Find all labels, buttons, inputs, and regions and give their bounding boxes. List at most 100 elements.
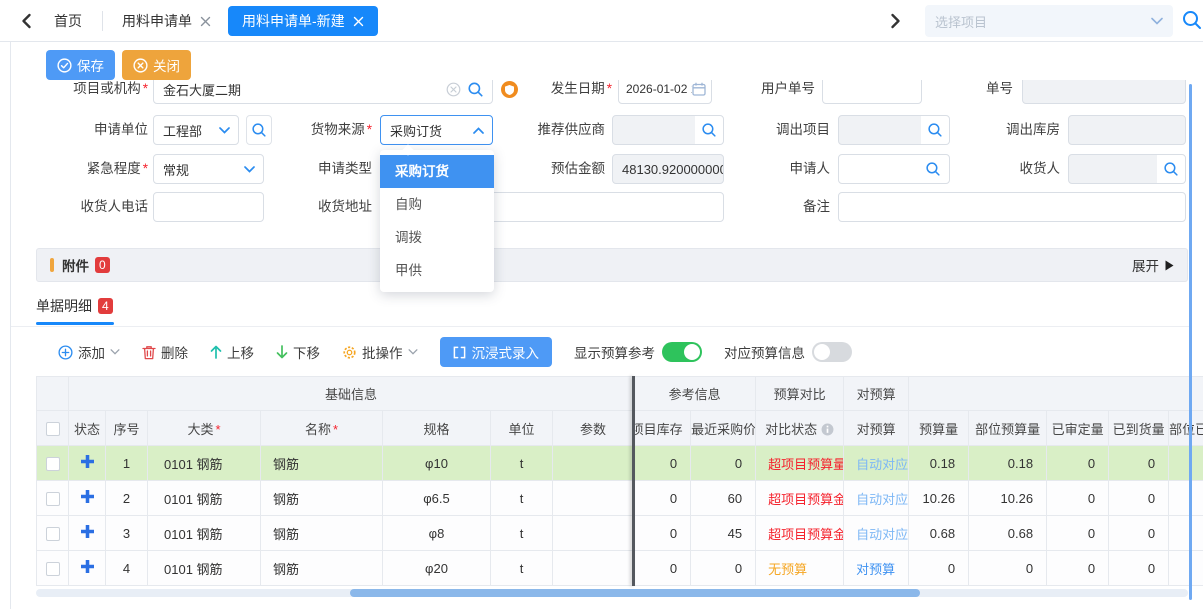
source-option[interactable]: 自购: [380, 188, 494, 221]
app-window: 首页 用料申请单 用料申请单-新建 选择项目 项目或机构* 金石大厦二期: [0, 0, 1203, 609]
plus-icon: [81, 490, 94, 503]
cell-spec: φ10: [383, 446, 491, 481]
cell-last_price: 60: [691, 481, 756, 516]
delete-row-button[interactable]: 删除: [142, 342, 188, 362]
apply-dept-field[interactable]: 工程部: [153, 115, 239, 145]
remark-label: 备注: [750, 192, 830, 222]
attachment-bar[interactable]: 附件 0 展开: [36, 248, 1188, 282]
apply-dept-search-button[interactable]: [246, 115, 272, 145]
select-all-checkbox[interactable]: [37, 411, 69, 446]
budget-info-toggle[interactable]: [812, 342, 852, 362]
address-label: 收货地址: [280, 192, 372, 222]
chevron-down-icon: [110, 349, 120, 355]
search-icon[interactable]: [467, 81, 484, 98]
detail-tab[interactable]: 单据明细 4: [36, 296, 113, 316]
row-add-button[interactable]: [69, 481, 106, 516]
batch-operation-button[interactable]: 批操作: [342, 342, 418, 362]
calendar-icon: [692, 82, 706, 96]
detail-tab-active-indicator: [36, 322, 114, 325]
source-option[interactable]: 采购订货: [380, 155, 494, 188]
horizontal-scrollbar[interactable]: [36, 589, 1188, 597]
remark-field[interactable]: [838, 192, 1186, 222]
source-option[interactable]: 甲供: [380, 254, 494, 287]
move-down-button[interactable]: 下移: [276, 342, 320, 362]
plus-icon: [81, 455, 94, 468]
cell-approved_qty: 0: [1047, 446, 1109, 481]
cell-part_approved: [1169, 446, 1203, 481]
cell-compare_status: 超项目预算金额: [756, 481, 844, 516]
action-toolbar: 保存 关闭: [11, 43, 1189, 80]
close-button[interactable]: 关闭: [122, 50, 191, 80]
cell-compare_status: 无预算: [756, 551, 844, 586]
column-header-to_budget: 对预算: [844, 411, 909, 446]
column-header-stock: 项目库存: [634, 411, 691, 446]
tab-material-request[interactable]: 用料申请单: [116, 6, 217, 36]
cell-seq: 2: [106, 481, 148, 516]
tab-material-request-new[interactable]: 用料申请单-新建: [228, 6, 378, 36]
expand-triangle-icon: [1165, 260, 1174, 271]
tab-close-icon[interactable]: [200, 16, 211, 27]
detail-table-wrap: 基础信息参考信息预算对比对预算状态序号大类*名称*规格单位参数项目库存最近采购价…: [36, 376, 1203, 586]
dropdown-notch: [402, 144, 413, 155]
toggle-knob: [814, 344, 830, 360]
applicant-field[interactable]: [838, 154, 950, 184]
cell-param: [553, 551, 634, 586]
out-warehouse-label: 调出库房: [980, 115, 1060, 145]
show-budget-ref-toggle[interactable]: [662, 342, 702, 362]
cell-part_approved: [1169, 516, 1203, 551]
column-header-approved_qty: 已审定量: [1047, 411, 1109, 446]
cell-param: [553, 446, 634, 481]
move-up-button[interactable]: 上移: [210, 342, 254, 362]
attachment-marker-icon: [50, 258, 54, 272]
search-icon[interactable]: [1163, 161, 1179, 177]
cell-name: 钢筋: [261, 551, 383, 586]
cell-to-budget[interactable]: 对预算: [844, 551, 909, 586]
group-header: [909, 377, 1203, 411]
row-add-button[interactable]: [69, 446, 106, 481]
urgency-field[interactable]: 常规: [153, 154, 264, 184]
save-button[interactable]: 保存: [46, 50, 115, 80]
est-amount-field: 48130.9200000000: [612, 154, 724, 184]
horizontal-scrollbar-thumb[interactable]: [350, 589, 920, 597]
row-checkbox[interactable]: [37, 446, 69, 481]
cell-to-budget[interactable]: 自动对应: [844, 446, 909, 481]
tabs-back-icon[interactable]: [16, 10, 38, 32]
column-header-status: 状态: [69, 411, 106, 446]
add-row-button[interactable]: 添加: [58, 342, 120, 362]
immersive-entry-button[interactable]: 沉浸式录入: [440, 337, 553, 367]
urgency-label: 紧急程度*: [20, 154, 148, 184]
cell-category: 0101 钢筋: [148, 481, 261, 516]
column-header-category: 大类*: [148, 411, 261, 446]
chevron-down-icon: [219, 127, 230, 134]
source-option[interactable]: 调拨: [380, 221, 494, 254]
search-icon[interactable]: [701, 122, 717, 138]
est-amount-label: 预估金额: [515, 154, 605, 184]
column-header-last_price: 最近采购价: [691, 411, 756, 446]
goods-source-field[interactable]: 采购订货: [380, 115, 493, 145]
tabs-forward-icon[interactable]: [884, 10, 906, 32]
tab-close-icon[interactable]: [353, 16, 364, 27]
project-cert-badge-icon: [501, 81, 518, 98]
row-checkbox[interactable]: [37, 481, 69, 516]
project-select-placeholder: 选择项目: [935, 12, 1151, 31]
search-icon[interactable]: [925, 161, 941, 177]
tab-home[interactable]: 首页: [48, 6, 88, 36]
cell-to-budget[interactable]: 自动对应: [844, 481, 909, 516]
cell-to-budget[interactable]: 自动对应: [844, 516, 909, 551]
attachment-expand-button[interactable]: 展开: [1132, 255, 1174, 275]
vertical-scrollbar[interactable]: [1189, 84, 1192, 600]
global-search-icon[interactable]: [1181, 9, 1203, 31]
clear-icon[interactable]: [446, 82, 461, 97]
brackets-icon: [453, 346, 466, 359]
row-add-button[interactable]: [69, 551, 106, 586]
table-row: 10101 钢筋钢筋φ10t00超项目预算量,自动对应0.180.1800: [37, 446, 1203, 481]
receiver-phone-field[interactable]: [153, 192, 264, 222]
cell-arrived_qty: 0: [1109, 481, 1169, 516]
row-checkbox[interactable]: [37, 516, 69, 551]
search-icon[interactable]: [927, 122, 943, 138]
dropdown-option-list: 采购订货自购调拨甲供: [380, 155, 494, 287]
row-add-button[interactable]: [69, 516, 106, 551]
project-select-input[interactable]: 选择项目: [925, 5, 1173, 37]
row-checkbox[interactable]: [37, 551, 69, 586]
frozen-columns-divider[interactable]: [632, 376, 635, 586]
